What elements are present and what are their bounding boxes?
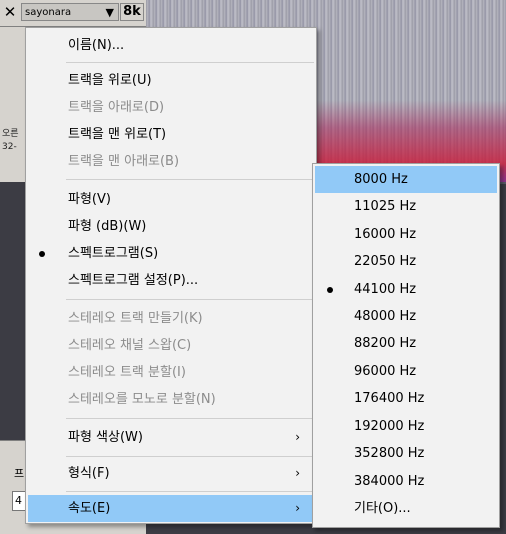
menu-item-waveform-db[interactable]: 파형 (dB)(W)	[28, 213, 314, 240]
menu-item-label: 스테레오 트랙 분할(I)	[68, 365, 186, 380]
rate-item-192000[interactable]: 192000 Hz	[315, 413, 497, 440]
menu-item-waveform[interactable]: 파형(V)	[28, 186, 314, 213]
rate-item-11025[interactable]: 11025 Hz	[315, 193, 497, 220]
rate-item-label: 96000 Hz	[354, 364, 417, 379]
dropdown-arrow-icon: ▼	[105, 6, 114, 19]
menu-item-label: 스펙트로그램 설정(P)...	[68, 273, 199, 288]
rate-item-352800[interactable]: 352800 Hz	[315, 440, 497, 467]
menu-separator	[66, 179, 314, 180]
rate-item-176400[interactable]: 176400 Hz	[315, 385, 497, 412]
menu-item-move-down: 트랙을 아래로(D)	[28, 94, 314, 121]
rate-item-label: 8000 Hz	[354, 172, 408, 187]
menu-separator	[66, 62, 314, 63]
rate-item-label: 384000 Hz	[354, 474, 425, 489]
rate-item-48000[interactable]: 48000 Hz	[315, 303, 497, 330]
track-side-label-1: 오른	[2, 129, 19, 139]
submenu-arrow-icon: ›	[295, 466, 300, 480]
track-rate-badge: 8k	[120, 3, 144, 21]
menu-item-wave-color[interactable]: 파형 색상(W) ›	[28, 424, 314, 451]
menu-item-label: 형식(F)	[68, 466, 110, 481]
menu-separator	[66, 299, 314, 300]
menu-item-format[interactable]: 형식(F) ›	[28, 460, 314, 487]
radio-bullet-icon	[39, 251, 45, 257]
rate-item-8000[interactable]: 8000 Hz	[315, 166, 497, 193]
menu-item-label: 트랙을 위로(U)	[68, 73, 152, 88]
rate-item-label: 44100 Hz	[354, 282, 417, 297]
menu-item-label: 트랙을 맨 아래로(B)	[68, 154, 180, 169]
menu-item-split-to-mono: 스테레오를 모노로 분할(N)	[28, 386, 314, 413]
menu-item-label: 파형 색상(W)	[68, 430, 143, 445]
menu-item-move-top[interactable]: 트랙을 맨 위로(T)	[28, 121, 314, 148]
rate-item-88200[interactable]: 88200 Hz	[315, 330, 497, 357]
menu-item-swap-channels: 스테레오 채널 스왑(C)	[28, 332, 314, 359]
menu-item-label: 속도(E)	[68, 501, 111, 516]
rate-item-96000[interactable]: 96000 Hz	[315, 358, 497, 385]
menu-item-label: 스펙트로그램(S)	[68, 246, 159, 261]
rate-item-label: 22050 Hz	[354, 254, 417, 269]
menu-separator	[66, 491, 314, 492]
menu-item-spectrogram[interactable]: 스펙트로그램(S)	[28, 240, 314, 267]
track-name-dropdown[interactable]: sayonara ▼	[21, 3, 119, 21]
menu-item-rate[interactable]: 속도(E) ›	[28, 495, 314, 522]
menu-item-move-up[interactable]: 트랙을 위로(U)	[28, 67, 314, 94]
menu-separator	[66, 456, 314, 457]
menu-item-name[interactable]: 이름(N)...	[28, 32, 314, 59]
menu-item-split-stereo: 스테레오 트랙 분할(I)	[28, 359, 314, 386]
rate-item-label: 16000 Hz	[354, 227, 417, 242]
menu-item-move-bottom: 트랙을 맨 아래로(B)	[28, 148, 314, 175]
rate-item-other[interactable]: 기타(O)...	[315, 495, 497, 522]
submenu-arrow-icon: ›	[295, 430, 300, 444]
close-track-icon[interactable]: ✕	[2, 4, 18, 20]
rate-item-label: 88200 Hz	[354, 336, 417, 351]
menu-item-label: 스테레오 채널 스왑(C)	[68, 338, 192, 353]
rate-item-label: 11025 Hz	[354, 199, 417, 214]
rate-item-384000[interactable]: 384000 Hz	[315, 468, 497, 495]
menu-item-spectrogram-settings[interactable]: 스펙트로그램 설정(P)...	[28, 267, 314, 294]
rate-submenu: 8000 Hz 11025 Hz 16000 Hz 22050 Hz 44100…	[312, 163, 500, 528]
track-context-menu: 이름(N)... 트랙을 위로(U) 트랙을 아래로(D) 트랙을 맨 위로(T…	[25, 27, 317, 524]
menu-item-label: 파형(V)	[68, 192, 111, 207]
menu-item-label: 이름(N)...	[68, 38, 125, 53]
rate-item-label: 기타(O)...	[354, 501, 411, 516]
radio-bullet-icon	[327, 287, 333, 293]
menu-item-make-stereo: 스테레오 트랙 만들기(K)	[28, 305, 314, 332]
rate-item-label: 192000 Hz	[354, 419, 425, 434]
rate-item-22050[interactable]: 22050 Hz	[315, 248, 497, 275]
menu-item-label: 트랙을 아래로(D)	[68, 100, 165, 115]
menu-item-label: 스테레오를 모노로 분할(N)	[68, 392, 216, 407]
track-title-bar: ✕ sayonara ▼ 8k	[0, 0, 146, 27]
submenu-arrow-icon: ›	[295, 501, 300, 515]
track-side-label-2: 32-	[2, 142, 17, 152]
menu-item-label: 스테레오 트랙 만들기(K)	[68, 311, 203, 326]
menu-item-label: 파형 (dB)(W)	[68, 219, 147, 234]
menu-separator	[66, 418, 314, 419]
rate-item-16000[interactable]: 16000 Hz	[315, 221, 497, 248]
menu-item-label: 트랙을 맨 위로(T)	[68, 127, 167, 142]
rate-item-label: 176400 Hz	[354, 391, 425, 406]
rate-item-label: 48000 Hz	[354, 309, 417, 324]
track-name-label: sayonara	[25, 7, 72, 18]
rate-item-label: 352800 Hz	[354, 446, 425, 461]
bottom-label: 프	[14, 467, 25, 480]
rate-item-44100[interactable]: 44100 Hz	[315, 276, 497, 303]
